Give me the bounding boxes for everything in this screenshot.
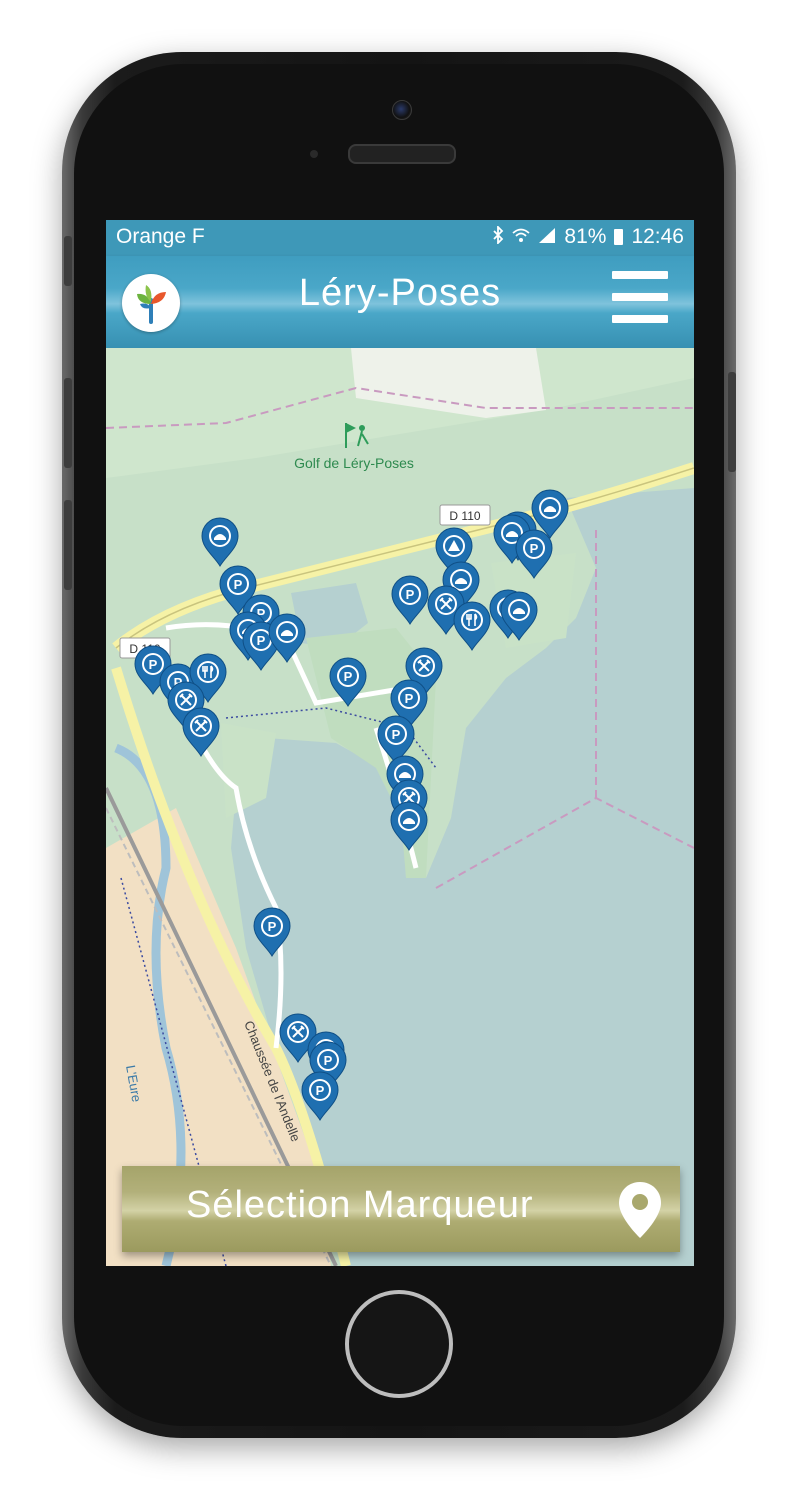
map-label-golf: Golf de Léry-Poses: [294, 455, 414, 471]
svg-text:P: P: [324, 1053, 333, 1068]
phone-screen: Orange F 81% 12:46 Léry-Poses Golf de Lé…: [106, 220, 694, 1266]
power-button: [728, 372, 736, 472]
app-bar: Léry-Poses: [106, 256, 694, 348]
volume-up-button: [64, 236, 72, 286]
volume-down-button: [64, 378, 72, 468]
home-button[interactable]: [345, 1290, 453, 1398]
battery-percent: 81%: [564, 225, 607, 248]
carrier-name: Orange F: [116, 225, 205, 248]
bluetooth-icon: [492, 224, 504, 249]
status-bar: Orange F 81% 12:46: [106, 220, 694, 256]
mute-switch: [64, 500, 72, 590]
marker-selection-label: Sélection Marqueur: [186, 1184, 534, 1226]
signal-icon: [538, 227, 556, 248]
marker-selection-button[interactable]: Sélection Marqueur: [122, 1166, 680, 1252]
status-right: 81% 12:46: [492, 224, 684, 249]
svg-text:P: P: [405, 691, 414, 706]
wifi-icon: [512, 227, 530, 248]
earpiece-speaker: [348, 144, 456, 164]
map-pin-icon: [619, 1182, 661, 1238]
battery-icon: [614, 229, 624, 245]
svg-text:P: P: [149, 657, 158, 672]
proximity-sensor: [310, 150, 318, 158]
svg-text:P: P: [392, 727, 401, 742]
hamburger-menu-icon[interactable]: [612, 271, 668, 327]
svg-text:P: P: [257, 633, 266, 648]
svg-text:P: P: [268, 919, 277, 934]
svg-text:P: P: [316, 1083, 325, 1098]
svg-text:P: P: [530, 541, 539, 556]
svg-text:P: P: [344, 669, 353, 684]
page-title: Léry-Poses: [298, 272, 502, 314]
clock: 12:46: [631, 225, 684, 248]
front-camera: [392, 100, 412, 120]
map-view[interactable]: Golf de Léry-Poses D 110 D 110 Chaussée …: [106, 348, 694, 1266]
svg-text:P: P: [406, 587, 415, 602]
map-label-d110: D 110: [449, 509, 480, 523]
svg-text:P: P: [234, 577, 243, 592]
